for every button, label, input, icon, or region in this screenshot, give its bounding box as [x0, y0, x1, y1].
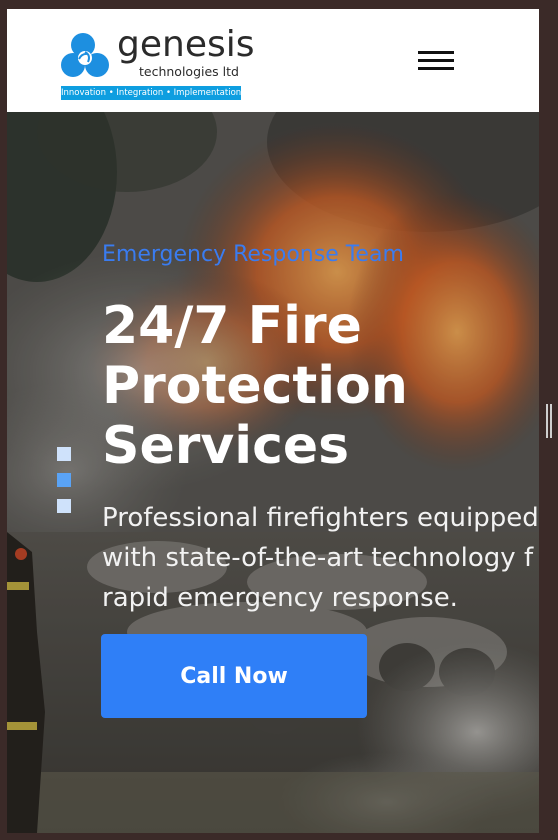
slider-pagination — [57, 447, 72, 513]
logo-wordmark: genesis — [117, 24, 255, 65]
hero-title: 24/7 Fire Protection Services — [102, 296, 408, 476]
slide-dot-2[interactable] — [57, 473, 71, 487]
genesis-logo-mark — [61, 33, 109, 77]
hamburger-menu-icon[interactable] — [418, 51, 454, 71]
scrollbar-handle[interactable] — [546, 404, 552, 438]
logo-tagline: Innovation • Integration • Implementatio… — [61, 86, 242, 100]
hero-description: Professional firefighters equipped with … — [102, 498, 539, 618]
hero-description-line: Professional firefighters equipped — [102, 503, 539, 533]
hero-description-line: rapid emergency response. — [102, 583, 458, 613]
hero-description-line: with state-of-the-art technology f — [102, 543, 534, 573]
slide-dot-3[interactable] — [57, 499, 71, 513]
company-logo[interactable]: genesis technologies ltd Innovation • In… — [61, 24, 254, 101]
site-header: genesis technologies ltd Innovation • In… — [7, 9, 539, 112]
slide-dot-1[interactable] — [57, 447, 71, 461]
page-viewport: genesis technologies ltd Innovation • In… — [7, 9, 539, 833]
logo-subtitle: technologies ltd — [139, 64, 239, 79]
hero-kicker: Emergency Response Team — [102, 242, 404, 267]
call-now-button[interactable]: Call Now — [101, 634, 367, 718]
hero-section: Emergency Response Team 24/7 Fire Protec… — [7, 112, 539, 833]
